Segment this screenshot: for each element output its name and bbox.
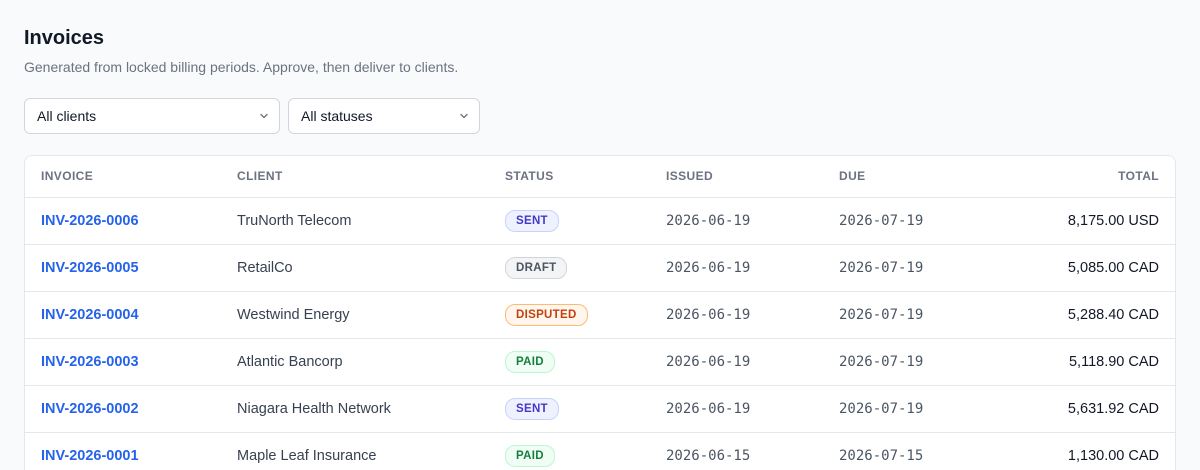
client-cell: Atlantic Bancorp (221, 338, 489, 386)
status-cell: SENT (489, 385, 650, 433)
chevron-down-icon (460, 113, 468, 119)
status-badge: PAID (505, 350, 555, 373)
status-badge: SENT (505, 209, 559, 232)
due-cell: 2026-07-19 (823, 338, 996, 386)
invoice-link[interactable]: INV-2026-0002 (41, 401, 139, 417)
invoice-link[interactable]: INV-2026-0004 (41, 307, 139, 323)
invoice-cell: INV-2026-0001 (25, 432, 221, 470)
total-cell: 8,175.00 USD (996, 197, 1175, 245)
issued-cell: 2026-06-19 (650, 244, 823, 292)
issued-cell: 2026-06-19 (650, 385, 823, 433)
status-badge: DISPUTED (505, 303, 588, 326)
issued-cell: 2026-06-19 (650, 197, 823, 245)
due-cell: 2026-07-19 (823, 291, 996, 339)
due-cell: 2026-07-15 (823, 432, 996, 470)
status-filter-select[interactable]: All statuses (288, 98, 480, 134)
column-header-due[interactable]: DUE (823, 156, 996, 198)
table-row[interactable]: INV-2026-0002 Niagara Health Network SEN… (25, 385, 1175, 433)
total-cell: 5,631.92 CAD (996, 385, 1175, 433)
client-cell: Niagara Health Network (221, 385, 489, 433)
issued-cell: 2026-06-19 (650, 291, 823, 339)
status-filter-value: All statuses (301, 108, 373, 124)
column-header-total[interactable]: TOTAL (996, 156, 1175, 198)
issued-cell: 2026-06-15 (650, 432, 823, 470)
table-header-row: INVOICE CLIENT STATUS ISSUED DUE TOTAL (25, 156, 1175, 198)
invoices-page: Invoices Generated from locked billing p… (0, 0, 1200, 470)
client-cell: TruNorth Telecom (221, 197, 489, 245)
status-cell: PAID (489, 338, 650, 386)
client-cell: RetailCo (221, 244, 489, 292)
client-cell: Westwind Energy (221, 291, 489, 339)
page-subtitle: Generated from locked billing periods. A… (24, 59, 459, 75)
status-cell: SENT (489, 197, 650, 245)
issued-cell: 2026-06-19 (650, 338, 823, 386)
due-cell: 2026-07-19 (823, 197, 996, 245)
client-cell: Maple Leaf Insurance (221, 432, 489, 470)
invoice-cell: INV-2026-0004 (25, 291, 221, 339)
invoice-link[interactable]: INV-2026-0001 (41, 448, 139, 464)
due-cell: 2026-07-19 (823, 244, 996, 292)
invoice-cell: INV-2026-0006 (25, 197, 221, 245)
filter-bar: All clients All statuses (24, 98, 1176, 134)
column-header-client[interactable]: CLIENT (221, 156, 489, 198)
invoice-link[interactable]: INV-2026-0006 (41, 213, 139, 229)
total-cell: 5,288.40 CAD (996, 291, 1175, 339)
status-badge: PAID (505, 444, 555, 467)
column-header-issued[interactable]: ISSUED (650, 156, 823, 198)
status-cell: DISPUTED (489, 291, 650, 339)
client-filter-value: All clients (37, 108, 97, 124)
invoice-cell: INV-2026-0002 (25, 385, 221, 433)
status-badge: DRAFT (505, 256, 568, 279)
chevron-down-icon (260, 113, 268, 119)
total-cell: 1,130.00 CAD (996, 432, 1175, 470)
status-badge: SENT (505, 397, 559, 420)
due-cell: 2026-07-19 (823, 385, 996, 433)
table-row[interactable]: INV-2026-0006 TruNorth Telecom SENT 2026… (25, 197, 1175, 245)
page-title: Invoices (24, 27, 105, 49)
invoices-table-card: INVOICE CLIENT STATUS ISSUED DUE TOTAL I… (24, 155, 1176, 470)
invoice-link[interactable]: INV-2026-0003 (41, 354, 139, 370)
invoices-table: INVOICE CLIENT STATUS ISSUED DUE TOTAL I… (25, 156, 1175, 470)
client-filter-select[interactable]: All clients (24, 98, 280, 134)
invoice-link[interactable]: INV-2026-0005 (41, 260, 139, 276)
table-row[interactable]: INV-2026-0005 RetailCo DRAFT 2026-06-19 … (25, 244, 1175, 292)
invoice-cell: INV-2026-0005 (25, 244, 221, 292)
status-cell: DRAFT (489, 244, 650, 292)
status-cell: PAID (489, 432, 650, 470)
invoice-cell: INV-2026-0003 (25, 338, 221, 386)
table-row[interactable]: INV-2026-0004 Westwind Energy DISPUTED 2… (25, 291, 1175, 339)
column-header-invoice[interactable]: INVOICE (25, 156, 221, 198)
column-header-status[interactable]: STATUS (489, 156, 650, 198)
table-row[interactable]: INV-2026-0003 Atlantic Bancorp PAID 2026… (25, 338, 1175, 386)
total-cell: 5,118.90 CAD (996, 338, 1175, 386)
total-cell: 5,085.00 CAD (996, 244, 1175, 292)
table-row[interactable]: INV-2026-0001 Maple Leaf Insurance PAID … (25, 432, 1175, 470)
